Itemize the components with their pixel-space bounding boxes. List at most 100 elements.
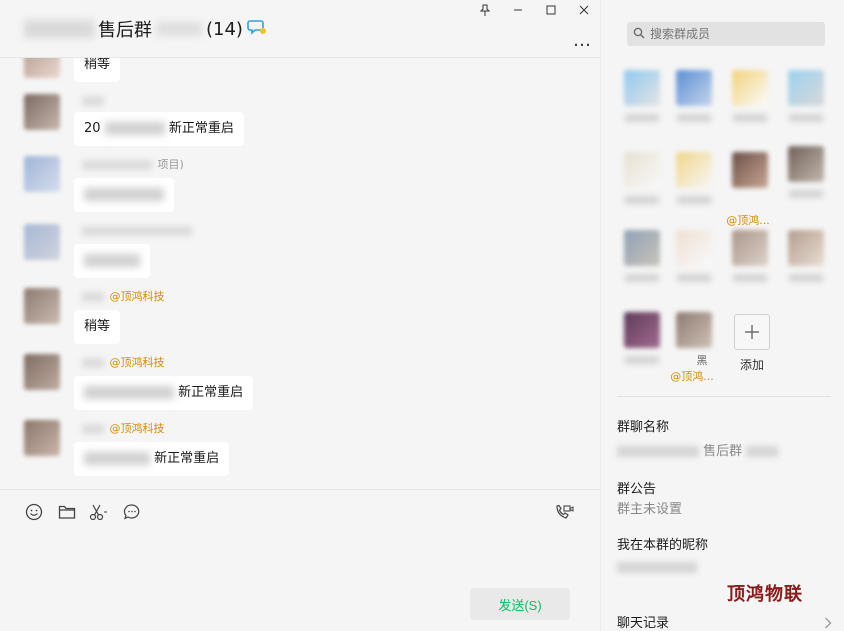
message-item: 20 新正常重启 xyxy=(24,94,584,154)
message-bubble[interactable]: 稍等 xyxy=(74,310,121,344)
member-org: @顶鸿... xyxy=(726,214,770,227)
message-bubble[interactable] xyxy=(74,178,174,212)
member-item[interactable]: @顶鸿... xyxy=(725,152,775,227)
folder-icon[interactable] xyxy=(57,502,77,522)
nickname-label: 我在本群的昵称 xyxy=(617,538,709,553)
title-main: 售后群 xyxy=(98,20,152,41)
search-icon xyxy=(633,27,645,42)
member-item[interactable] xyxy=(669,152,719,222)
message-bubble[interactable]: 20 新正常重启 xyxy=(74,112,244,146)
message-input[interactable] xyxy=(0,531,600,587)
redacted-text xyxy=(82,160,152,170)
chat-bubble-icon xyxy=(247,18,267,41)
member-name xyxy=(725,112,775,125)
redacted-text xyxy=(84,188,164,201)
member-item[interactable] xyxy=(669,70,719,140)
avatar xyxy=(732,70,768,106)
nickname-value[interactable] xyxy=(617,560,697,575)
member-name xyxy=(669,194,719,207)
member-item[interactable] xyxy=(725,70,775,140)
redacted-text xyxy=(84,254,140,267)
sender-name xyxy=(82,224,194,237)
avatar[interactable] xyxy=(24,224,60,260)
member-item[interactable]: 黑 @顶鸿... xyxy=(669,312,719,383)
member-item[interactable] xyxy=(725,230,775,300)
sender-org: @顶鸿科技 xyxy=(109,290,165,303)
redacted-text xyxy=(82,358,104,368)
minimize-icon[interactable] xyxy=(501,0,534,20)
message-list[interactable]: 稍等 20 新正常重启 项目) @顶鸿科技 稍等 @顶鸿科技 新正常重启 @顶鸿… xyxy=(0,58,600,488)
member-name-partial: 黑 xyxy=(696,354,708,367)
wechat-window: 售后群 (14) … 稍等 20 新正常重启 项目) @顶鸿科技 稍等 @顶鸿科… xyxy=(0,0,844,631)
notice-value[interactable]: 群主未设置 xyxy=(617,498,682,517)
window-controls xyxy=(468,0,600,20)
video-call-icon[interactable] xyxy=(554,502,574,522)
chat-history-label[interactable]: 聊天记录 xyxy=(617,612,669,631)
message-item: @顶鸿科技 稍等 xyxy=(24,288,584,348)
member-item[interactable] xyxy=(617,230,667,300)
avatar xyxy=(788,146,824,182)
avatar[interactable] xyxy=(24,354,60,390)
message-bubble[interactable] xyxy=(74,244,150,278)
maximize-icon[interactable] xyxy=(534,0,567,20)
chevron-right-icon[interactable] xyxy=(824,614,832,631)
sender-name: @顶鸿科技 xyxy=(82,420,165,436)
add-member-button[interactable]: 添加 xyxy=(727,314,777,384)
message-bubble[interactable]: 稍等 xyxy=(74,58,121,82)
chat-header: 售后群 (14) … xyxy=(0,0,600,58)
member-item[interactable] xyxy=(617,312,667,382)
avatar[interactable] xyxy=(24,288,60,324)
sender-name: 项目) xyxy=(82,156,184,172)
redacted-text xyxy=(84,452,150,465)
send-button[interactable]: 发送(S) xyxy=(470,588,570,620)
avatar xyxy=(788,70,824,106)
member-search[interactable] xyxy=(627,22,825,46)
message-text: 新正常重启 xyxy=(168,121,234,136)
message-bubble[interactable]: 新正常重启 xyxy=(74,376,254,410)
redacted-text xyxy=(746,446,779,457)
member-item[interactable] xyxy=(781,70,831,140)
sender-org: @顶鸿科技 xyxy=(109,356,165,369)
scissors-icon[interactable] xyxy=(89,502,109,522)
plus-icon xyxy=(734,314,770,350)
message-prefix: 20 xyxy=(84,121,101,136)
close-icon[interactable] xyxy=(567,0,600,20)
redacted-text xyxy=(104,122,165,135)
message-bubble[interactable]: 新正常重启 xyxy=(74,442,230,476)
avatar xyxy=(624,152,660,188)
title-redacted-2 xyxy=(156,22,202,36)
emoji-icon[interactable] xyxy=(24,502,44,522)
avatar xyxy=(676,230,712,266)
chat-title[interactable]: 售后群 (14) xyxy=(24,16,267,42)
member-name xyxy=(617,112,667,125)
search-input[interactable] xyxy=(650,27,820,41)
group-name-value[interactable]: 售后群 xyxy=(617,440,779,459)
message-text: 新正常重启 xyxy=(154,451,220,466)
avatar[interactable] xyxy=(24,156,60,192)
avatar xyxy=(676,152,712,188)
member-name xyxy=(617,354,667,367)
message-item: 稍等 xyxy=(24,58,584,92)
member-item[interactable] xyxy=(617,70,667,140)
member-name xyxy=(781,112,831,125)
more-button[interactable]: … xyxy=(573,30,592,51)
member-item[interactable] xyxy=(669,230,719,300)
avatar[interactable] xyxy=(24,58,60,78)
chat-history-icon[interactable] xyxy=(122,502,142,522)
member-item[interactable] xyxy=(781,146,831,216)
member-item[interactable] xyxy=(617,152,667,222)
avatar[interactable] xyxy=(24,94,60,130)
member-name xyxy=(781,272,831,285)
avatar[interactable] xyxy=(24,420,60,456)
redacted-text xyxy=(82,96,104,106)
sender-org: @顶鸿科技 xyxy=(109,422,165,435)
avatar xyxy=(732,152,768,188)
member-item[interactable] xyxy=(781,230,831,300)
sender-suffix: 项目) xyxy=(157,158,184,171)
member-name xyxy=(669,112,719,125)
avatar xyxy=(676,312,712,348)
add-label: 添加 xyxy=(739,358,764,372)
pin-icon[interactable] xyxy=(468,0,501,20)
avatar xyxy=(732,230,768,266)
member-name xyxy=(617,272,667,285)
